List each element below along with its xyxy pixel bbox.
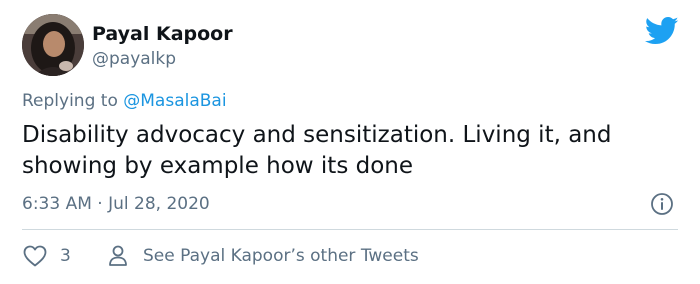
like-count[interactable]: 3 [60,245,71,267]
author-name[interactable]: Payal Kapoor [92,22,233,46]
author-handle[interactable]: @payalkp [92,48,176,70]
tweet-card: Payal Kapoor @payalkp Replying to @Masal… [0,0,700,284]
twitter-bird-icon[interactable] [644,16,679,46]
tweet-text: Disability advocacy and sensitization. L… [22,122,612,179]
person-icon[interactable] [107,244,129,268]
tweet-timestamp[interactable]: 6:33 AM · Jul 28, 2020 [22,193,210,215]
info-icon[interactable] [650,192,674,216]
divider [22,229,678,230]
reply-mention-link[interactable]: @MasalaBai [123,91,226,111]
reply-context: Replying to @MasalaBai [22,90,227,112]
heart-icon[interactable] [22,244,48,268]
avatar[interactable] [22,14,84,76]
see-other-tweets-link[interactable]: See Payal Kapoor’s other Tweets [143,245,419,267]
reply-prefix: Replying to [22,91,124,111]
avatar-photo [22,14,84,76]
